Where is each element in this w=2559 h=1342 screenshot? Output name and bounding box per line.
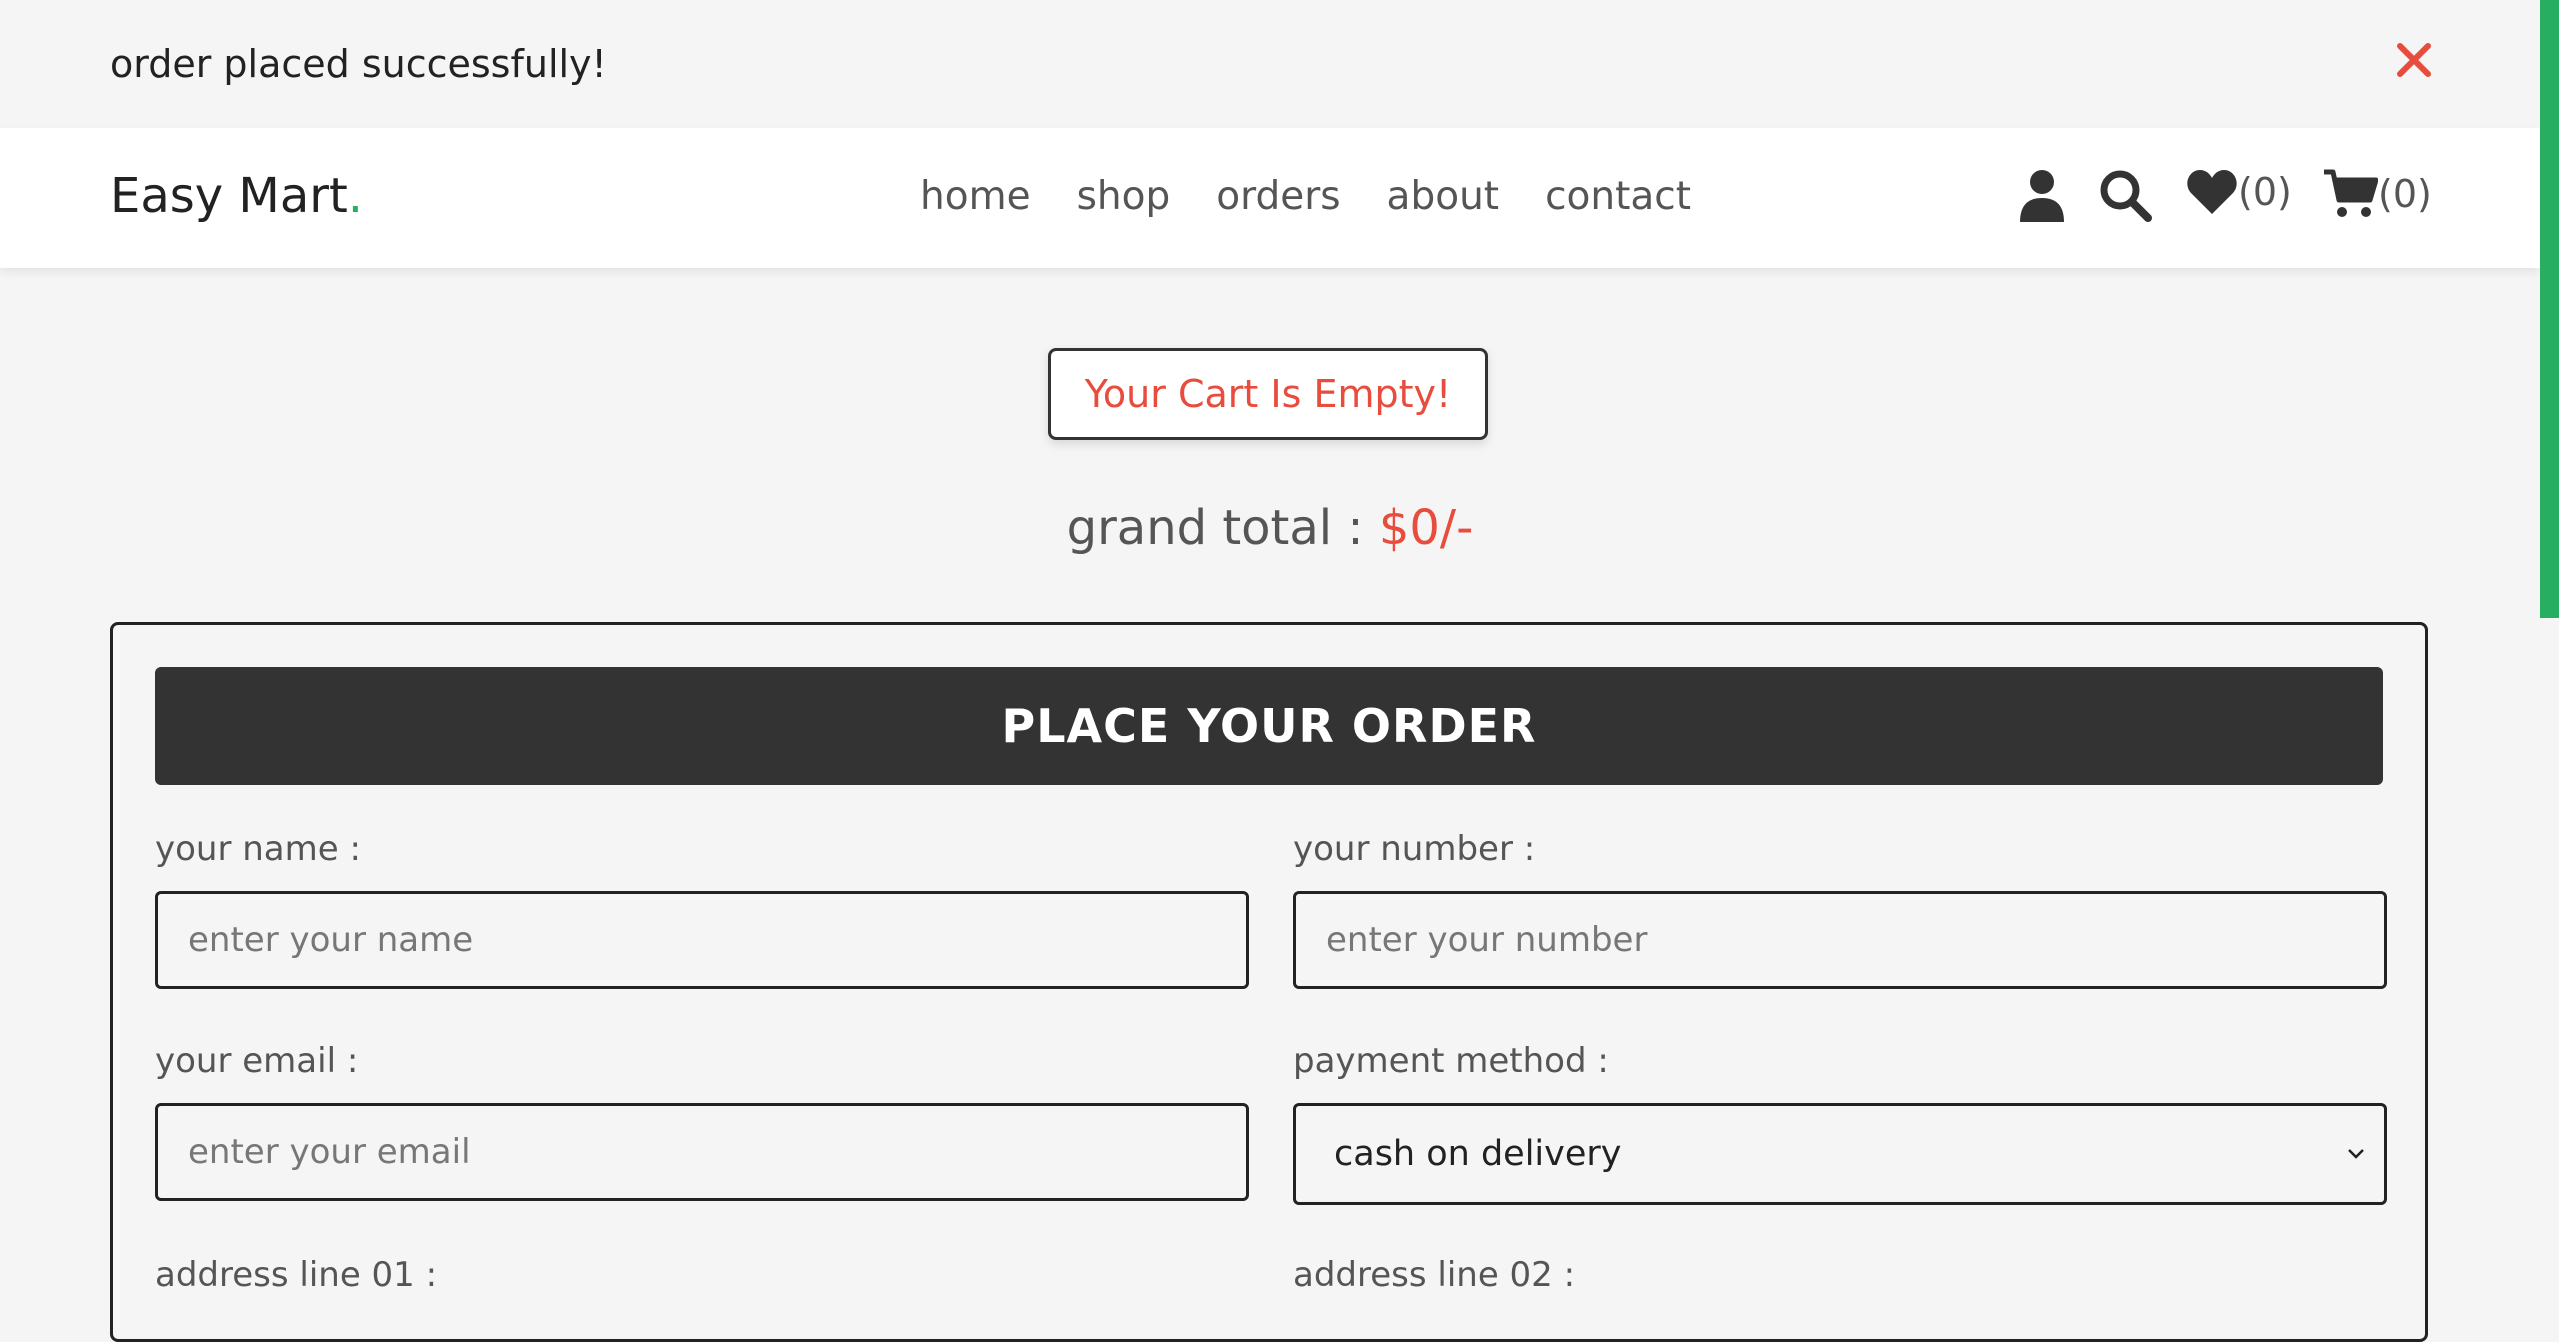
close-icon[interactable] [2390, 36, 2438, 84]
chevron-down-icon [2348, 1149, 2364, 1159]
wishlist-button[interactable]: (0) [2186, 168, 2292, 216]
empty-cart-message: Your Cart Is Empty! [1048, 348, 1488, 440]
email-label: your email : [155, 1041, 359, 1081]
user-icon [2020, 170, 2064, 222]
logo[interactable]: Easy Mart. [110, 168, 363, 224]
payment-label: payment method : [1293, 1041, 1609, 1081]
grand-total: grand total : $0/- [0, 500, 2540, 556]
name-label: your name : [155, 829, 361, 869]
name-input[interactable] [155, 891, 1249, 989]
grand-total-value: $0/- [1378, 500, 1474, 556]
cart-button[interactable]: (0) [2322, 168, 2432, 220]
header: Easy Mart. home shop orders about contac… [0, 128, 2540, 268]
number-label: your number : [1293, 829, 1536, 869]
grand-total-label: grand total : [1066, 500, 1364, 556]
search-button[interactable] [2098, 168, 2152, 222]
search-icon [2100, 170, 2152, 222]
address1-label: address line 01 : [155, 1255, 438, 1295]
cart-count: (0) [2378, 172, 2432, 216]
nav-orders[interactable]: orders [1216, 174, 1340, 219]
message-text: order placed successfully! [110, 42, 607, 86]
email-input[interactable] [155, 1103, 1249, 1201]
cart-icon [2324, 169, 2378, 217]
nav-about[interactable]: about [1387, 174, 1500, 219]
nav-home[interactable]: home [920, 174, 1031, 219]
logo-text: Easy Mart [110, 168, 348, 224]
user-button[interactable] [2018, 168, 2066, 222]
message-bar: order placed successfully! [0, 0, 2540, 128]
order-form: PLACE YOUR ORDER your name : your number… [110, 622, 2428, 1342]
main-nav: home shop orders about contact [920, 174, 1691, 219]
number-input[interactable] [1293, 891, 2387, 989]
form-title: PLACE YOUR ORDER [155, 667, 2383, 785]
nav-shop[interactable]: shop [1077, 174, 1171, 219]
payment-select[interactable]: cash on delivery [1293, 1103, 2387, 1205]
payment-selected: cash on delivery [1334, 1134, 1622, 1174]
nav-contact[interactable]: contact [1545, 174, 1691, 219]
heart-icon [2187, 170, 2237, 214]
address2-label: address line 02 : [1293, 1255, 1576, 1295]
logo-dot: . [347, 168, 364, 224]
wishlist-count: (0) [2238, 170, 2292, 214]
scrollbar-thumb[interactable] [2540, 0, 2559, 618]
